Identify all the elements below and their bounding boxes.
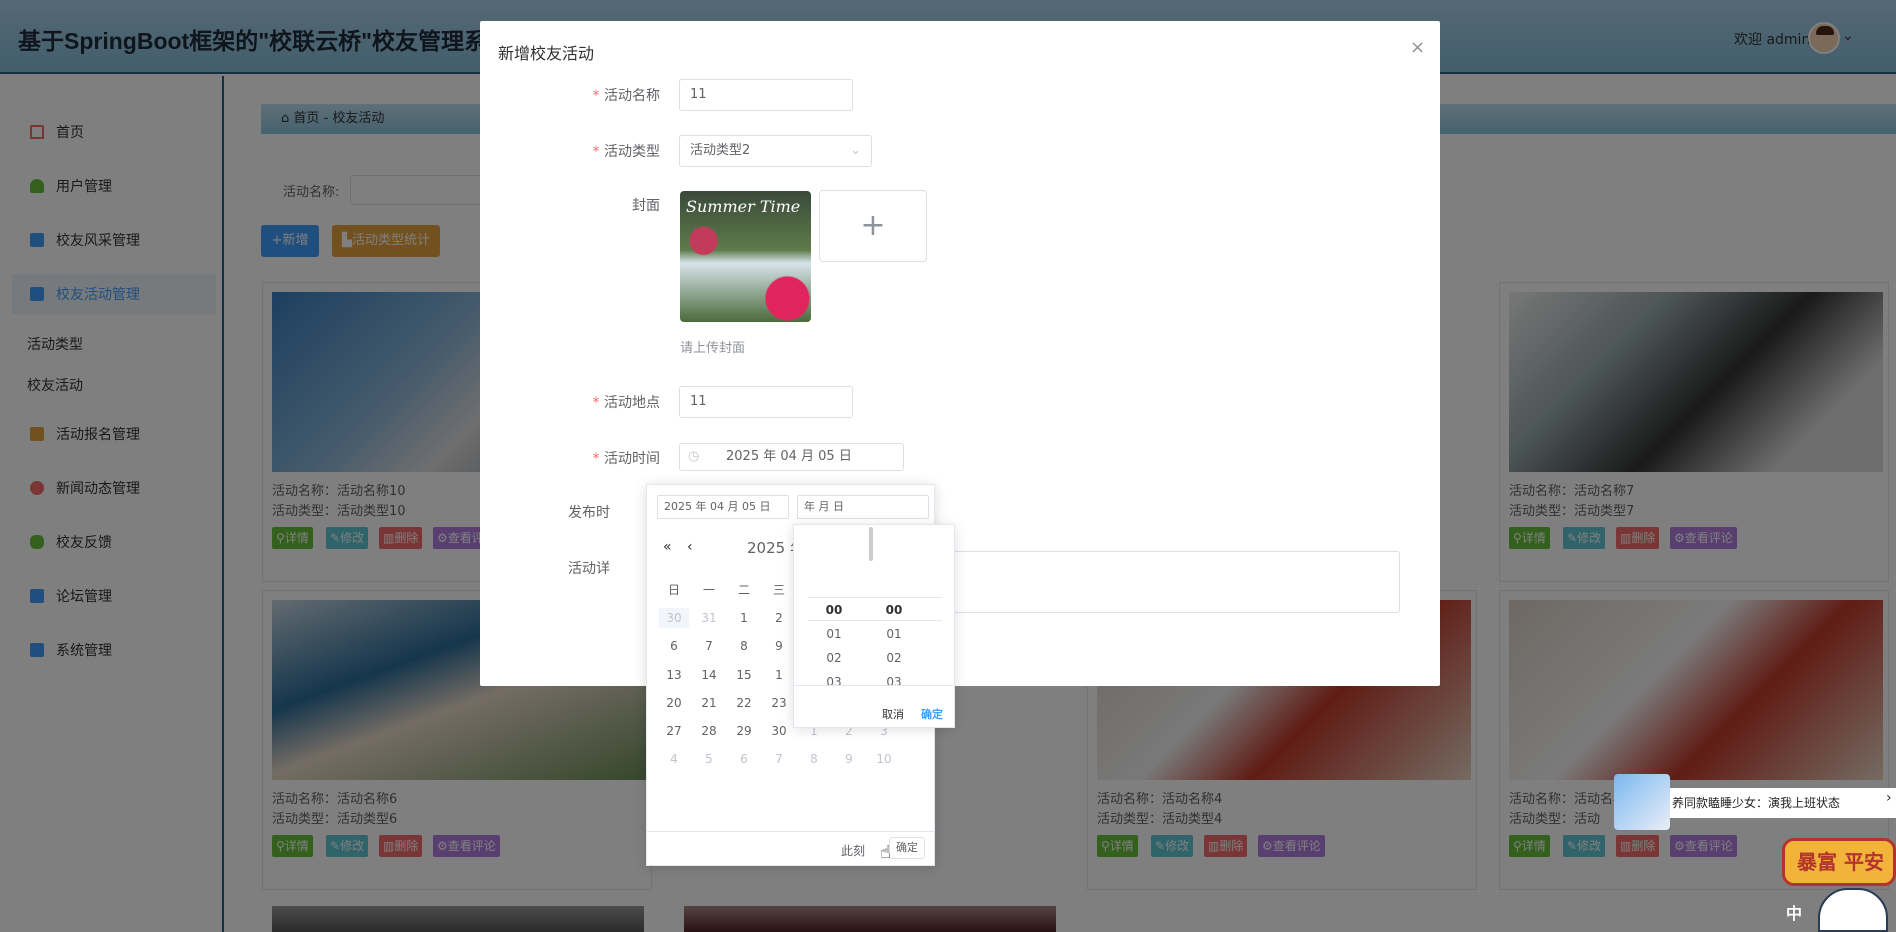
- minute-option[interactable]: 01: [874, 627, 914, 641]
- hour-option[interactable]: 01: [814, 627, 854, 641]
- calendar-day[interactable]: 27: [659, 724, 689, 738]
- mouse-cursor: ☝: [880, 842, 891, 863]
- minute-option[interactable]: 02: [874, 651, 914, 665]
- cat-mascot: [1818, 888, 1888, 932]
- picker-ok-button[interactable]: 确定: [889, 837, 925, 859]
- calendar-day[interactable]: 5: [694, 752, 724, 766]
- type-select-value: 活动类型2: [690, 143, 751, 158]
- place-input[interactable]: 11: [679, 386, 853, 418]
- weekday-label: 一: [702, 583, 715, 597]
- calendar-day[interactable]: 14: [694, 668, 724, 682]
- detail-label: 活动详: [568, 561, 610, 577]
- calendar-day[interactable]: 8: [799, 752, 829, 766]
- calendar-day[interactable]: 22: [729, 696, 759, 710]
- name-label: * 活动名称: [592, 88, 660, 104]
- cover-label: 封面: [632, 198, 660, 214]
- name-input[interactable]: 11: [679, 79, 853, 111]
- notice-text: 养同款瞌睡少女：演我上班状态: [1670, 788, 1896, 818]
- calendar-day[interactable]: 31: [694, 611, 724, 625]
- calendar-day[interactable]: 7: [764, 752, 794, 766]
- time-cancel-button[interactable]: 取消: [882, 706, 904, 722]
- calendar-day[interactable]: 28: [694, 724, 724, 738]
- prev-month-icon[interactable]: ‹: [687, 539, 693, 555]
- calendar-day[interactable]: 23: [764, 696, 794, 710]
- publish-label: 发布时: [568, 505, 610, 521]
- upload-button[interactable]: +: [819, 190, 927, 262]
- detail-textarea[interactable]: [950, 551, 1400, 613]
- calendar-day[interactable]: 30: [764, 724, 794, 738]
- calendar-day[interactable]: 1: [729, 611, 759, 625]
- minute-option[interactable]: 00: [874, 603, 914, 617]
- cover-image-text: Summer Time: [686, 197, 801, 216]
- picker-date-input[interactable]: 2025 年 04 月 05 日: [657, 495, 789, 519]
- type-select[interactable]: 活动类型2 ⌄: [679, 135, 872, 167]
- calendar-day[interactable]: 7: [694, 639, 724, 653]
- picker-time-input[interactable]: 年 月 日: [797, 495, 929, 519]
- now-button[interactable]: 此刻: [841, 842, 865, 859]
- calendar-day[interactable]: 10: [869, 752, 899, 766]
- cover-image[interactable]: Summer Time: [680, 191, 811, 322]
- calendar-day[interactable]: 6: [729, 752, 759, 766]
- calendar-day[interactable]: 9: [834, 752, 864, 766]
- close-icon[interactable]: ×: [1410, 37, 1425, 58]
- scrollbar[interactable]: [869, 527, 873, 561]
- calendar-day[interactable]: 15: [729, 668, 759, 682]
- calendar-day[interactable]: 8: [729, 639, 759, 653]
- chevron-right-icon: ›: [1886, 790, 1892, 806]
- calendar-day[interactable]: 21: [694, 696, 724, 710]
- hour-option[interactable]: 00: [814, 603, 854, 617]
- calendar-day[interactable]: 13: [659, 668, 689, 682]
- floating-notice[interactable]: 养同款瞌睡少女：演我上班状态 ›: [1614, 774, 1896, 830]
- time-panel: 00 01 02 03 00 01 02 03 取消 确定: [793, 524, 955, 728]
- prev-year-icon[interactable]: «: [663, 539, 672, 555]
- time-ok-button[interactable]: 确定: [921, 706, 943, 722]
- calendar-day[interactable]: 1: [764, 668, 794, 682]
- calendar-day[interactable]: 30: [659, 608, 689, 628]
- hour-option[interactable]: 02: [814, 651, 854, 665]
- weekday-label: 日: [667, 583, 680, 597]
- fortune-badge[interactable]: 暴富 平安: [1782, 838, 1896, 886]
- calendar-day[interactable]: 2: [764, 611, 794, 625]
- time-input[interactable]: ◷ 2025 年 04 月 05 日: [679, 443, 904, 471]
- clock-icon: ◷: [688, 449, 700, 464]
- ime-indicator[interactable]: 中: [1786, 900, 1802, 924]
- calendar-day[interactable]: 6: [659, 639, 689, 653]
- add-activity-dialog: 新增校友活动 × * 活动名称 11 * 活动类型 活动类型2 ⌄ 封面 Summ…: [480, 21, 1440, 686]
- calendar-day[interactable]: 29: [729, 724, 759, 738]
- plus-icon: +: [860, 208, 886, 243]
- calendar-day[interactable]: 4: [659, 752, 689, 766]
- cover-hint: 请上传封面: [680, 341, 746, 356]
- type-label: * 活动类型: [592, 144, 660, 160]
- place-label: * 活动地点: [592, 395, 660, 411]
- notice-thumbnail: [1614, 774, 1670, 830]
- weekday-label: 三: [772, 583, 785, 597]
- weekday-label: 二: [737, 583, 750, 597]
- calendar-day[interactable]: 20: [659, 696, 689, 710]
- time-input-value: 2025 年 04 月 05 日: [726, 449, 852, 464]
- dialog-title: 新增校友活动: [498, 44, 595, 63]
- calendar-day[interactable]: 9: [764, 639, 794, 653]
- time-label: * 活动时间: [592, 451, 660, 467]
- chevron-down-icon: ⌄: [850, 143, 861, 158]
